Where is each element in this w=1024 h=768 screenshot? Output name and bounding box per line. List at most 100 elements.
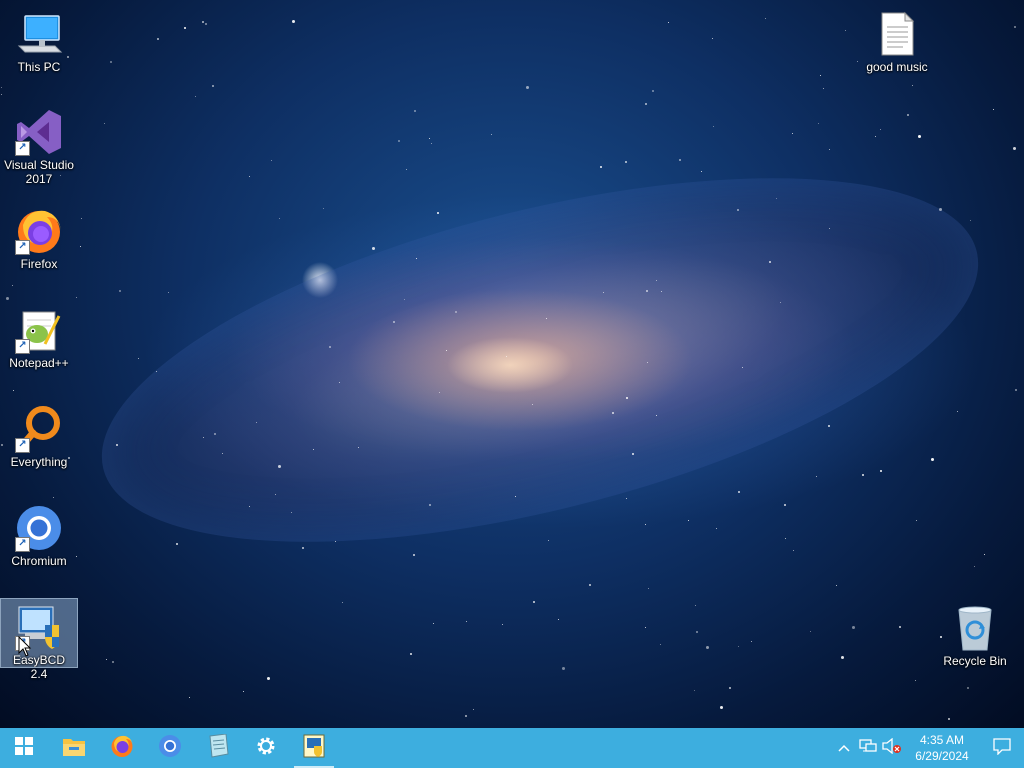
star — [292, 20, 295, 23]
firefox-icon: ↗ — [15, 207, 63, 255]
star — [302, 547, 304, 549]
star — [652, 90, 654, 92]
star — [104, 123, 105, 124]
star — [526, 86, 529, 89]
star — [473, 709, 474, 710]
star — [648, 588, 649, 589]
star — [857, 61, 858, 62]
chevron-up-icon — [838, 739, 850, 757]
taskbar-easybcd[interactable] — [290, 728, 338, 768]
chromium-icon — [158, 734, 182, 763]
desktop-icon-visual-studio[interactable]: ↗ Visual Studio 2017 — [1, 104, 77, 186]
star — [660, 644, 661, 645]
desktop-wallpaper[interactable]: This PC ↗ Visual Studio 2017 ↗ Firefox ↗… — [0, 0, 1024, 728]
galaxy-wallpaper-glow — [67, 105, 1013, 615]
desktop-icon-recycle-bin[interactable]: Recycle Bin — [937, 600, 1013, 668]
taskbar-chromium[interactable] — [146, 728, 194, 768]
star — [712, 38, 713, 39]
action-center-button[interactable] — [980, 728, 1024, 768]
star — [993, 109, 994, 110]
tray-volume-button[interactable] — [880, 728, 904, 768]
star — [112, 661, 114, 663]
star — [656, 415, 657, 416]
star — [465, 715, 467, 717]
star — [695, 605, 696, 606]
file-explorer-icon — [62, 735, 86, 762]
star — [862, 474, 864, 476]
shortcut-arrow-icon: ↗ — [15, 537, 30, 552]
star — [249, 176, 250, 177]
star — [249, 506, 250, 507]
shortcut-arrow-icon: ↗ — [15, 141, 30, 156]
star — [816, 476, 817, 477]
star — [694, 690, 695, 691]
star — [413, 554, 415, 556]
star — [13, 390, 14, 391]
star — [222, 453, 223, 454]
taskbar-firefox[interactable] — [98, 728, 146, 768]
star — [532, 404, 533, 405]
star — [323, 208, 324, 209]
star — [716, 528, 717, 529]
tray-network-button[interactable] — [856, 728, 880, 768]
computer-icon — [15, 10, 63, 58]
desktop-icon-this-pc[interactable]: This PC — [1, 6, 77, 74]
star — [967, 687, 969, 689]
windows-start-icon — [15, 736, 33, 760]
star — [600, 166, 602, 168]
star — [202, 21, 204, 23]
taskbar-notepad[interactable] — [194, 728, 242, 768]
star — [81, 218, 82, 219]
star — [80, 246, 81, 247]
start-button[interactable] — [0, 728, 48, 768]
desktop-icon-everything[interactable]: ↗ Everything — [1, 401, 77, 469]
star — [738, 491, 740, 493]
star — [916, 520, 917, 521]
taskbar-clock[interactable]: 4:35 AM 6/29/2024 — [904, 732, 980, 764]
taskbar-file-explorer[interactable] — [50, 728, 98, 768]
desktop-icon-label: This PC — [17, 60, 61, 74]
desktop-icon-chromium[interactable]: ↗ Chromium — [1, 500, 77, 568]
desktop-icon-good-music[interactable]: good music — [859, 6, 935, 74]
desktop-icon-easybcd[interactable]: ↗ EasyBCD 2.4 — [0, 598, 78, 681]
star — [780, 302, 781, 303]
star — [632, 453, 634, 455]
star — [1014, 26, 1016, 28]
star — [271, 160, 272, 161]
star — [329, 346, 331, 348]
star — [506, 356, 507, 357]
star — [829, 149, 830, 150]
star — [433, 623, 434, 624]
star — [792, 133, 793, 134]
mouse-cursor-icon — [18, 635, 32, 663]
star — [116, 444, 118, 446]
star — [416, 258, 417, 259]
star — [429, 138, 430, 139]
desktop-icon-firefox[interactable]: ↗ Firefox — [1, 203, 77, 271]
star — [342, 602, 343, 603]
star — [626, 397, 628, 399]
star — [738, 646, 739, 647]
clock-time: 4:35 AM — [919, 733, 965, 747]
everything-search-icon: ↗ — [15, 405, 63, 453]
star — [742, 367, 743, 368]
star — [205, 23, 207, 25]
network-icon — [859, 738, 877, 759]
star — [558, 619, 559, 620]
star — [548, 540, 549, 541]
taskbar-settings[interactable] — [242, 728, 290, 768]
star — [645, 103, 647, 105]
star — [439, 392, 440, 393]
star — [446, 350, 447, 351]
star — [729, 687, 731, 689]
star — [706, 646, 709, 649]
tray-overflow-button[interactable] — [832, 728, 856, 768]
star — [1013, 147, 1016, 150]
star — [502, 624, 503, 625]
recycle-bin-icon — [951, 604, 999, 652]
star — [784, 504, 786, 506]
star — [931, 458, 934, 461]
shortcut-arrow-icon: ↗ — [15, 339, 30, 354]
star — [431, 143, 432, 144]
desktop-icon-notepadpp[interactable]: ↗ Notepad++ — [1, 302, 77, 370]
